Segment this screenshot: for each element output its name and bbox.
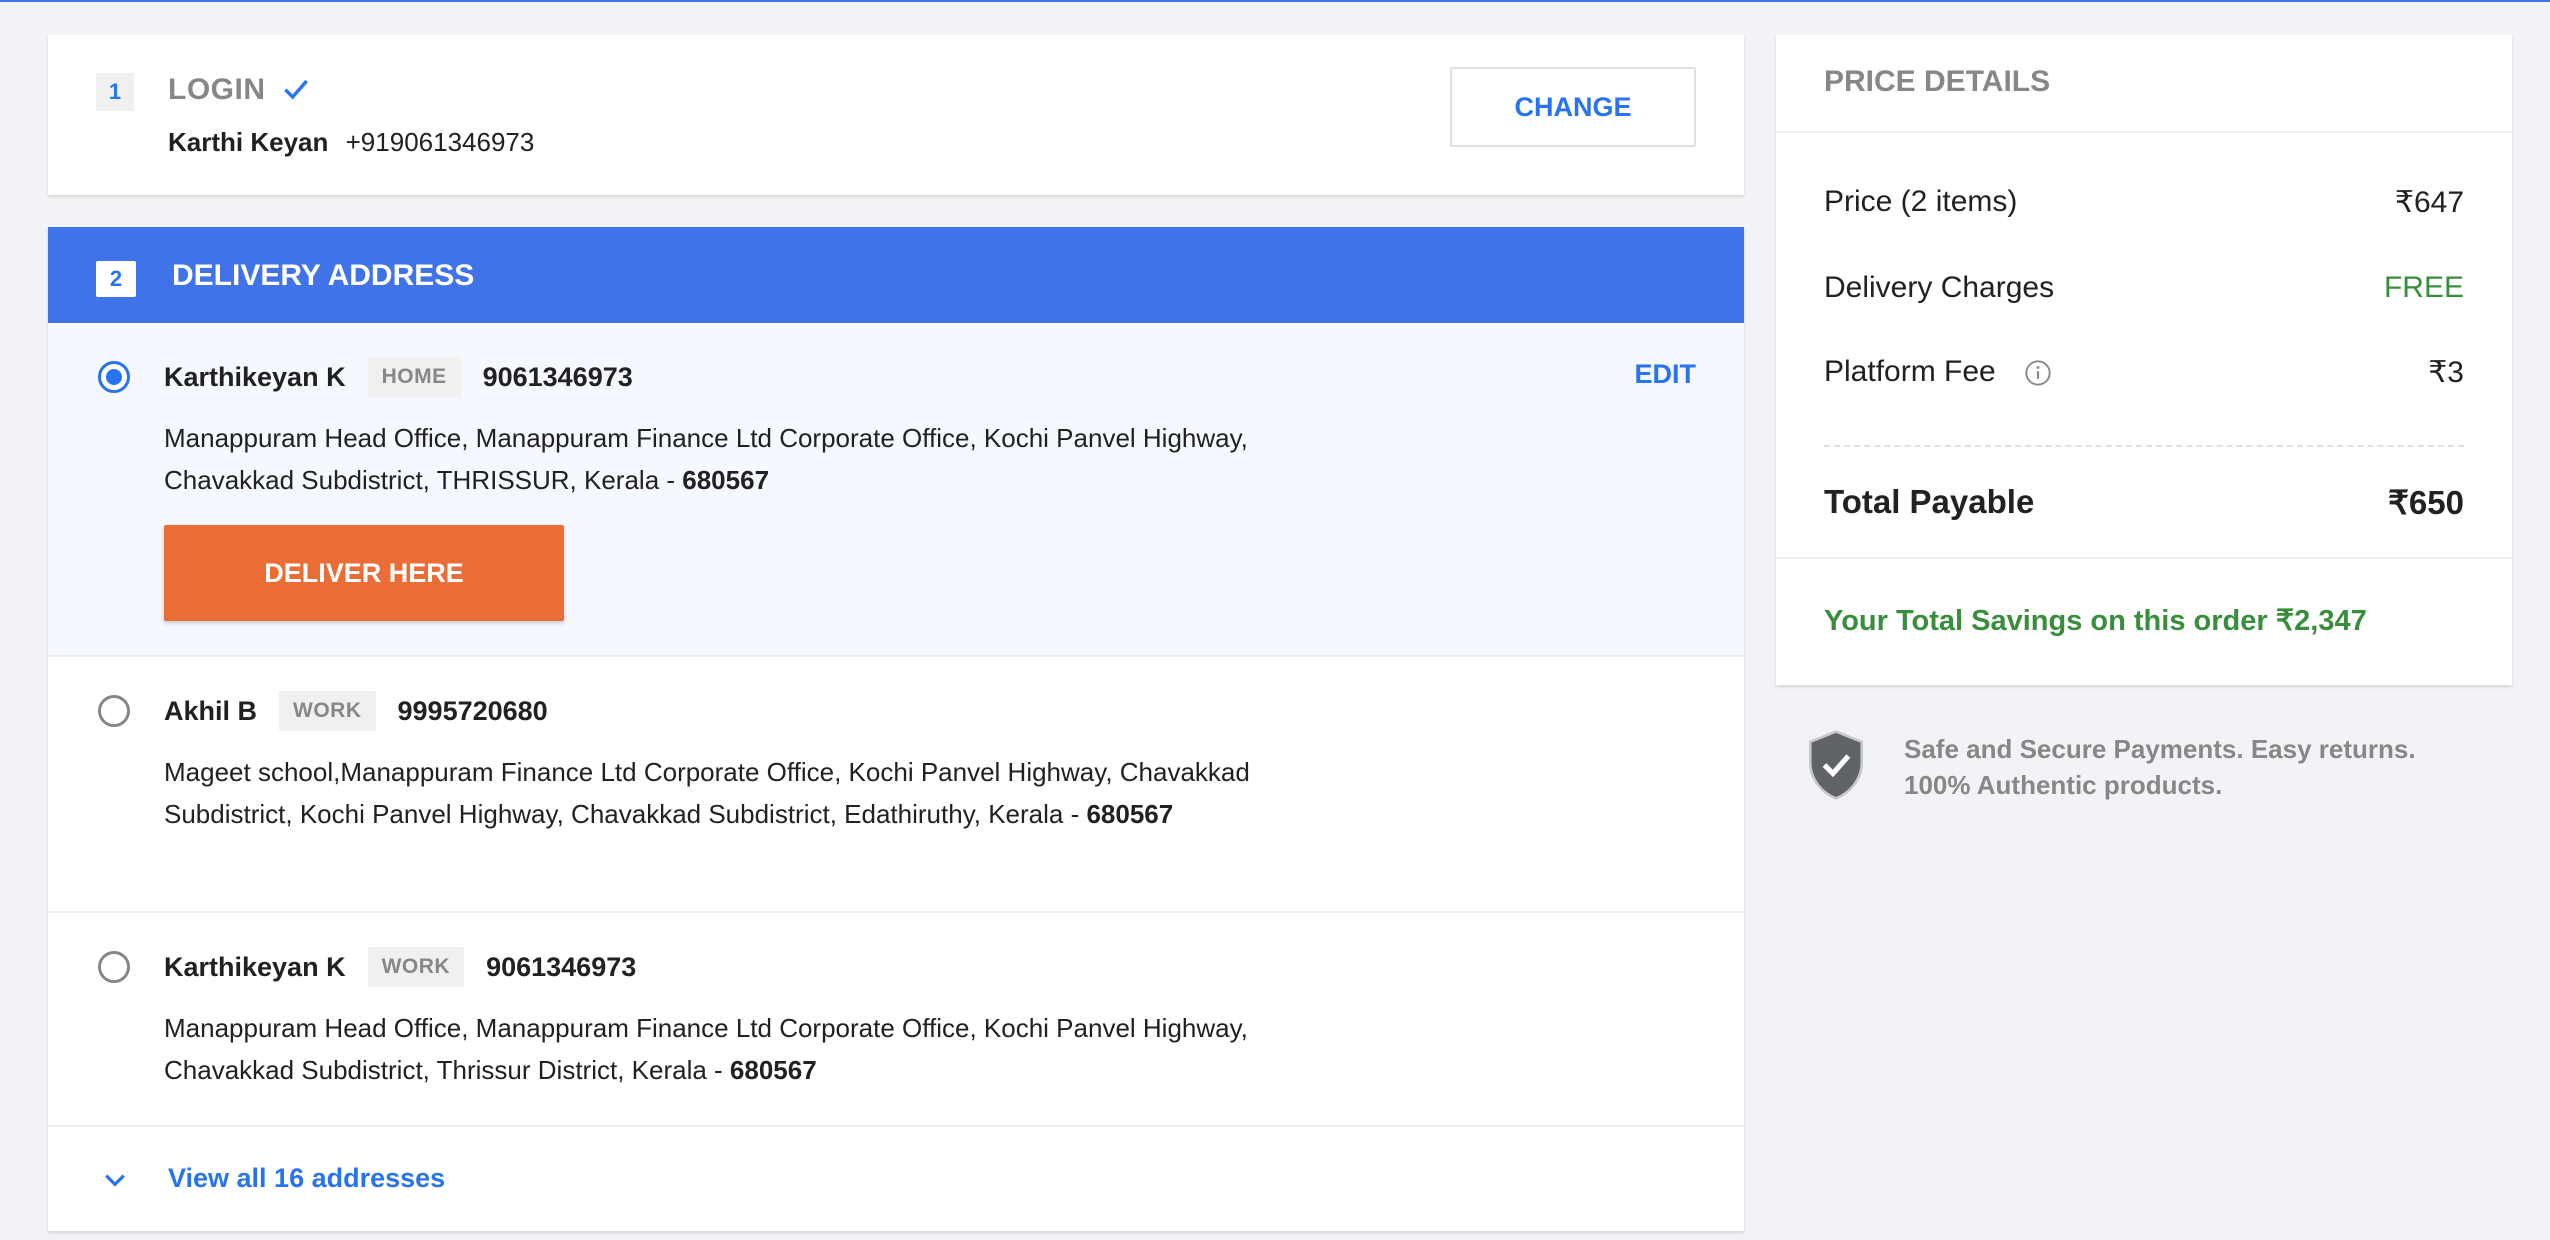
login-step-number: 1	[96, 73, 134, 111]
login-user-info: Karthi Keyan +919061346973	[168, 127, 534, 158]
address-name: Karthikeyan K	[164, 951, 346, 982]
address-pincode: 680567	[1086, 799, 1174, 829]
view-all-addresses[interactable]: View all 16 addresses	[48, 1127, 1744, 1231]
secure-payments-note: Safe and Secure Payments. Easy returns. …	[1776, 709, 2512, 819]
price-label: Price (2 items)	[1824, 185, 2018, 218]
delivery-charges-row: Delivery Charges FREE	[1824, 271, 2464, 305]
delivery-address-card: 2 DELIVERY ADDRESS Karthikeyan K HOME 90…	[48, 227, 1744, 1231]
delivery-step-number: 2	[96, 261, 136, 297]
address-type-badge: WORK	[279, 691, 376, 731]
price-details-body: Price (2 items) ₹647 Delivery Charges FR…	[1776, 133, 2512, 559]
delivery-step-title: DELIVERY ADDRESS	[172, 259, 475, 292]
address-header: Karthikeyan K WORK 9061346973	[164, 947, 636, 987]
address-phone: 9061346973	[486, 951, 637, 982]
shield-check-icon	[1809, 730, 1863, 800]
address-radio-selected[interactable]	[98, 361, 130, 393]
platform-fee-row: Platform Fee ₹3	[1824, 355, 2464, 390]
checkmark-icon	[284, 79, 308, 100]
total-payable-value: ₹650	[2387, 484, 2464, 521]
address-header: Akhil B WORK 9995720680	[164, 691, 548, 731]
price-value: ₹647	[2394, 186, 2464, 219]
total-payable-label: Total Payable	[1824, 483, 2035, 520]
address-type-badge: WORK	[367, 947, 465, 987]
price-divider	[1824, 445, 2464, 447]
address-pincode: 680567	[682, 465, 770, 495]
delivery-charges-value: FREE	[2383, 271, 2464, 304]
view-all-addresses-link[interactable]: View all 16 addresses	[168, 1163, 445, 1194]
address-text: Manappuram Head Office, Manappuram Finan…	[164, 1007, 1264, 1091]
delivery-address-header: 2 DELIVERY ADDRESS	[48, 227, 1744, 323]
address-text: Mageet school,Manappuram Finance Ltd Cor…	[164, 751, 1264, 835]
address-option[interactable]: Akhil B WORK 9995720680 Mageet school,Ma…	[48, 657, 1744, 913]
delivery-charges-label: Delivery Charges	[1824, 271, 2055, 304]
secure-payments-text: Safe and Secure Payments. Easy returns. …	[1904, 734, 2416, 800]
price-sidebar: PRICE DETAILS Price (2 items) ₹647 Deliv…	[1776, 35, 2512, 819]
platform-fee-label: Platform Fee	[1824, 355, 1996, 388]
price-details-card: PRICE DETAILS Price (2 items) ₹647 Deliv…	[1776, 35, 2512, 685]
address-name: Akhil B	[164, 695, 258, 726]
address-radio[interactable]	[98, 951, 130, 983]
address-phone: 9061346973	[482, 361, 633, 392]
address-header: Karthikeyan K HOME 9061346973	[164, 357, 633, 397]
platform-fee-value: ₹3	[2428, 356, 2464, 389]
address-text: Manappuram Head Office, Manappuram Finan…	[164, 417, 1264, 501]
address-name: Karthikeyan K	[164, 361, 346, 392]
login-user-phone: +919061346973	[345, 127, 535, 157]
login-step-title: LOGIN	[168, 73, 266, 106]
change-login-button[interactable]: CHANGE	[1450, 67, 1696, 147]
login-step-card: 1 LOGIN Karthi Keyan +919061346973 CHANG…	[48, 35, 1744, 195]
deliver-here-button[interactable]: DELIVER HERE	[164, 525, 564, 621]
address-line: Manappuram Head Office, Manappuram Finan…	[164, 1013, 1248, 1085]
address-option[interactable]: Karthikeyan K WORK 9061346973 Manappuram…	[48, 913, 1744, 1127]
price-row: Price (2 items) ₹647	[1824, 185, 2464, 220]
info-icon[interactable]	[2024, 359, 2052, 387]
address-pincode: 680567	[729, 1055, 817, 1085]
address-phone: 9995720680	[397, 695, 548, 726]
total-savings: Your Total Savings on this order ₹2,347	[1824, 605, 2367, 637]
address-radio[interactable]	[98, 695, 130, 727]
address-option[interactable]: Karthikeyan K HOME 9061346973 EDIT Manap…	[48, 323, 1744, 657]
total-payable-row: Total Payable ₹650	[1824, 483, 2464, 522]
price-details-title: PRICE DETAILS	[1776, 35, 2512, 133]
login-user-name: Karthi Keyan	[168, 127, 329, 157]
checkout-steps: 1 LOGIN Karthi Keyan +919061346973 CHANG…	[48, 35, 1744, 1231]
edit-address-link[interactable]: EDIT	[1634, 359, 1696, 390]
chevron-down-icon	[105, 1174, 125, 1187]
address-type-badge: HOME	[367, 357, 461, 397]
